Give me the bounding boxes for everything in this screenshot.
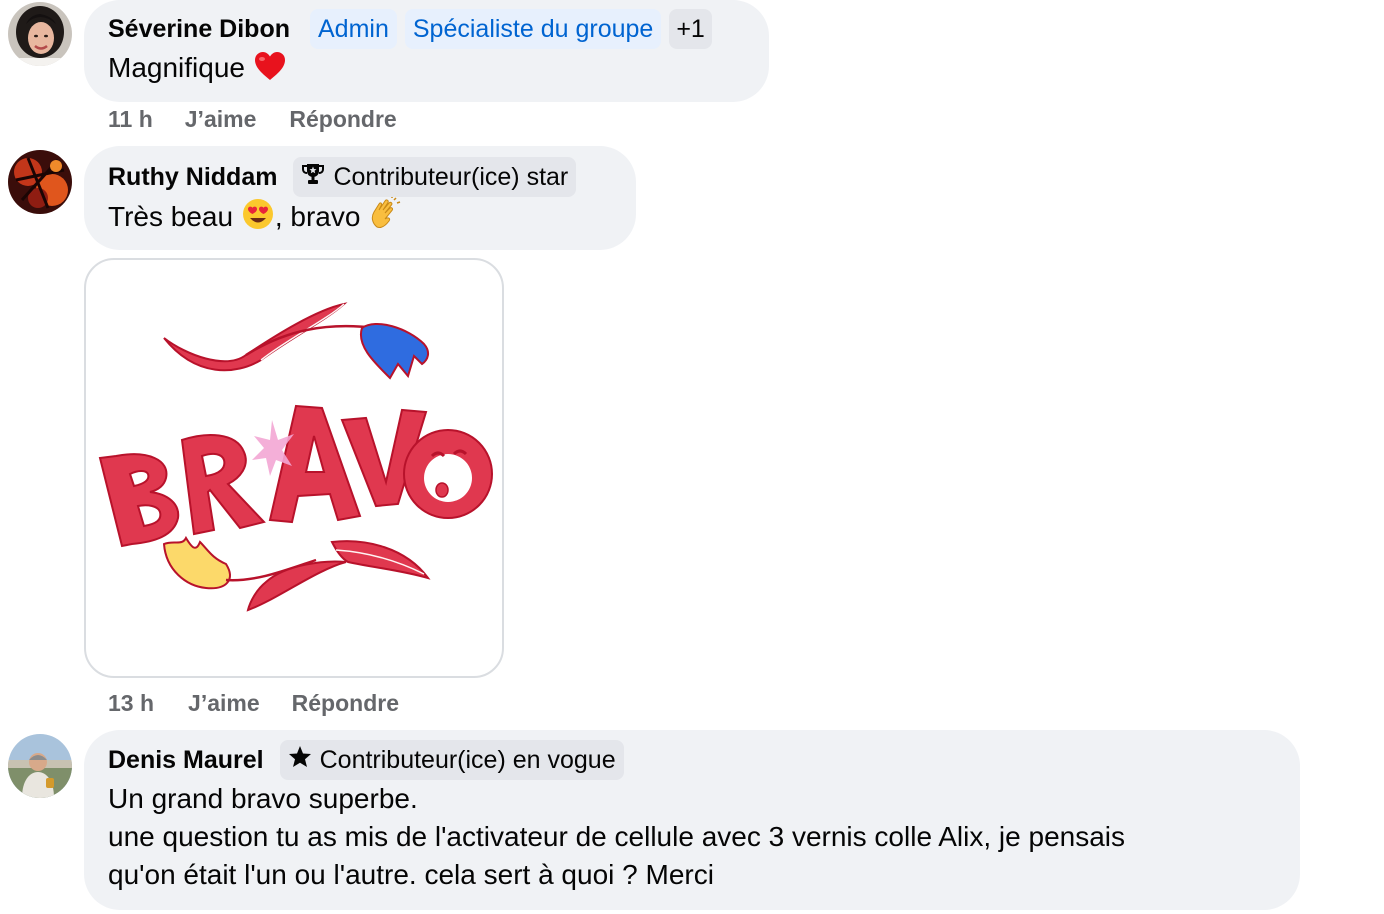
heart-eyes-emoji [241, 197, 275, 241]
red-heart-emoji [253, 50, 287, 92]
rising-contributor-badge[interactable]: Contributeur(ice) en vogue [279, 740, 624, 780]
like-button[interactable]: J’aime [185, 106, 257, 133]
bravo-sticker-image [98, 302, 493, 612]
comment-text: Magnifique [108, 49, 745, 92]
comment-timestamp[interactable]: 11 h [108, 106, 153, 133]
comment-text-line: une question tu as mis de l'activateur d… [108, 821, 1126, 852]
comment-author[interactable]: Séverine Dibon [108, 15, 290, 44]
comment-text-line: Un grand bravo superbe. [108, 783, 418, 814]
bravo-sticker-attachment[interactable] [84, 258, 504, 678]
comment-text: Très beau , bravo [108, 196, 612, 241]
comment-text-part-2: , bravo [274, 201, 369, 232]
avatar-severine[interactable] [8, 2, 72, 66]
comment-text: Un grand bravo superbe. une question tu … [108, 780, 1276, 894]
more-badges-button[interactable]: +1 [669, 9, 712, 49]
comment-author[interactable]: Denis Maurel [108, 746, 264, 775]
comment-timestamp[interactable]: 13 h [108, 690, 154, 717]
badge-label: Contributeur(ice) en vogue [319, 745, 616, 774]
like-button[interactable]: J’aime [188, 690, 260, 717]
comment-actions: 13 h J’aime Répondre [108, 690, 399, 717]
group-expert-badge[interactable]: Spécialiste du groupe [404, 9, 662, 49]
comment-bubble-severine: Séverine Dibon Admin Spécialiste du grou… [84, 0, 769, 102]
comment-bubble-ruthy: Ruthy Niddam Contributeur(ice) star Très… [84, 146, 636, 250]
comment-text-part-1: Très beau [108, 201, 241, 232]
clapping-hands-emoji [368, 196, 402, 241]
badge-label: Contributeur(ice) star [333, 162, 569, 191]
star-icon [288, 745, 312, 775]
comment-text-line: qu'on était l'un ou l'autre. cela sert à… [108, 859, 714, 890]
avatar-denis[interactable] [8, 734, 72, 798]
comment-author[interactable]: Ruthy Niddam [108, 163, 277, 192]
admin-badge[interactable]: Admin [310, 9, 397, 49]
trophy-icon [301, 163, 325, 192]
reply-button[interactable]: Répondre [292, 690, 399, 717]
reply-button[interactable]: Répondre [289, 106, 396, 133]
comment-bubble-denis: Denis Maurel Contributeur(ice) en vogue … [84, 730, 1300, 910]
star-contributor-badge[interactable]: Contributeur(ice) star [293, 157, 577, 197]
avatar-ruthy[interactable] [8, 150, 72, 214]
comment-actions: 11 h J’aime Répondre [108, 106, 397, 133]
comment-text-content: Magnifique [108, 52, 245, 83]
